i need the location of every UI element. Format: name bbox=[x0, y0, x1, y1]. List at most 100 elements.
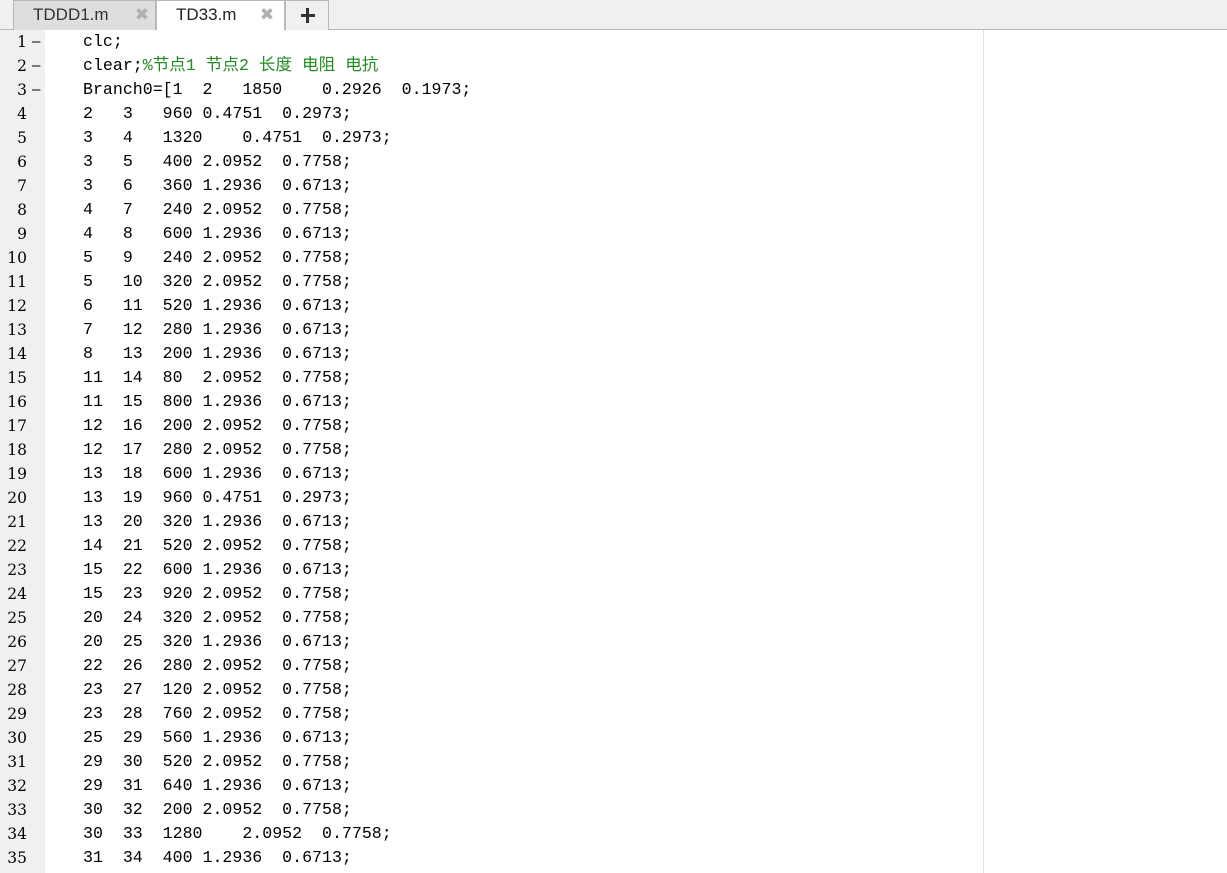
code-line[interactable]: 24 15 23 920 2.0952 0.7758; bbox=[0, 582, 980, 606]
code-statement: clear; bbox=[83, 56, 143, 75]
code-text: 31 34 400 1.2936 0.6713; bbox=[83, 848, 352, 868]
new-tab-button[interactable] bbox=[285, 0, 329, 30]
line-number: 22 bbox=[7, 537, 27, 555]
code-line[interactable]: 26 20 25 320 1.2936 0.6713; bbox=[0, 630, 980, 654]
line-number: 31 bbox=[7, 753, 27, 771]
code-line[interactable]: 19 13 18 600 1.2936 0.6713; bbox=[0, 462, 980, 486]
code-statement: 13 18 600 1.2936 0.6713; bbox=[83, 464, 352, 483]
code-line[interactable]: 25 20 24 320 2.0952 0.7758; bbox=[0, 606, 980, 630]
code-line[interactable]: 11 5 10 320 2.0952 0.7758; bbox=[0, 270, 980, 294]
code-line[interactable]: 10 5 9 240 2.0952 0.7758; bbox=[0, 246, 980, 270]
code-line[interactable]: 8 4 7 240 2.0952 0.7758; bbox=[0, 198, 980, 222]
line-number: 4 bbox=[17, 105, 27, 123]
code-line[interactable]: 5 3 4 1320 0.4751 0.2973; bbox=[0, 126, 980, 150]
code-statement: 23 27 120 2.0952 0.7758; bbox=[83, 680, 352, 699]
code-statement: Branch0=[1 2 1850 0.2926 0.1973; bbox=[83, 80, 472, 99]
code-statement: 29 31 640 1.2936 0.6713; bbox=[83, 776, 352, 795]
code-statement: 4 8 600 1.2936 0.6713; bbox=[83, 224, 352, 243]
code-line[interactable]: 2– clear;%节点1 节点2 长度 电阻 电抗 bbox=[0, 54, 980, 78]
line-number: 8 bbox=[17, 201, 27, 219]
code-line[interactable]: 17 12 16 200 2.0952 0.7758; bbox=[0, 414, 980, 438]
code-line[interactable]: 34 30 33 1280 2.0952 0.7758; bbox=[0, 822, 980, 846]
code-statement: 11 14 80 2.0952 0.7758; bbox=[83, 368, 352, 387]
code-line[interactable]: 20 13 19 960 0.4751 0.2973; bbox=[0, 486, 980, 510]
code-statement: 8 13 200 1.2936 0.6713; bbox=[83, 344, 352, 363]
code-text: 20 24 320 2.0952 0.7758; bbox=[83, 608, 352, 628]
code-line[interactable]: 33 30 32 200 2.0952 0.7758; bbox=[0, 798, 980, 822]
code-line[interactable]: 23 15 22 600 1.2936 0.6713; bbox=[0, 558, 980, 582]
code-line[interactable]: 30 25 29 560 1.2936 0.6713; bbox=[0, 726, 980, 750]
code-statement: 11 15 800 1.2936 0.6713; bbox=[83, 392, 352, 411]
code-statement: 20 25 320 1.2936 0.6713; bbox=[83, 632, 352, 651]
code-line[interactable]: 29 23 28 760 2.0952 0.7758; bbox=[0, 702, 980, 726]
code-line[interactable]: 4 2 3 960 0.4751 0.2973; bbox=[0, 102, 980, 126]
line-number: 34 bbox=[7, 825, 27, 843]
code-statement: 2 3 960 0.4751 0.2973; bbox=[83, 104, 352, 123]
close-icon[interactable]: ✖ bbox=[134, 6, 150, 23]
code-text: 4 8 600 1.2936 0.6713; bbox=[83, 224, 352, 244]
code-statement: 3 6 360 1.2936 0.6713; bbox=[83, 176, 352, 195]
code-line[interactable]: 3– Branch0=[1 2 1850 0.2926 0.1973; bbox=[0, 78, 980, 102]
code-text: 23 28 760 2.0952 0.7758; bbox=[83, 704, 352, 724]
line-number: 19 bbox=[7, 465, 27, 483]
code-editor[interactable]: 1– clc; 2– clear;%节点1 节点2 长度 电阻 电抗 3– Branch0… bbox=[0, 30, 1227, 873]
code-line[interactable]: 1– clc; bbox=[0, 30, 980, 54]
code-line[interactable]: 21 13 20 320 1.2936 0.6713; bbox=[0, 510, 980, 534]
code-line[interactable]: 35 31 34 400 1.2936 0.6713; bbox=[0, 846, 980, 870]
line-number: 29 bbox=[7, 705, 27, 723]
code-text: 5 9 240 2.0952 0.7758; bbox=[83, 248, 352, 268]
line-number: 27 bbox=[7, 657, 27, 675]
code-text: 12 17 280 2.0952 0.7758; bbox=[83, 440, 352, 460]
code-line[interactable]: 32 29 31 640 1.2936 0.6713; bbox=[0, 774, 980, 798]
line-number: 14 bbox=[7, 345, 27, 363]
code-line[interactable]: 22 14 21 520 2.0952 0.7758; bbox=[0, 534, 980, 558]
code-line[interactable]: 15 11 14 80 2.0952 0.7758; bbox=[0, 366, 980, 390]
tab-td33[interactable]: TD33.m ✖ bbox=[156, 0, 285, 31]
line-number: 17 bbox=[7, 417, 27, 435]
code-line[interactable]: 6 3 5 400 2.0952 0.7758; bbox=[0, 150, 980, 174]
breakpoint-marker[interactable]: – bbox=[32, 56, 40, 76]
code-line[interactable]: 14 8 13 200 1.2936 0.6713; bbox=[0, 342, 980, 366]
code-statement: 6 11 520 1.2936 0.6713; bbox=[83, 296, 352, 315]
code-line[interactable]: 28 23 27 120 2.0952 0.7758; bbox=[0, 678, 980, 702]
code-statement: 25 29 560 1.2936 0.6713; bbox=[83, 728, 352, 747]
breakpoint-marker[interactable]: – bbox=[32, 80, 40, 100]
code-statement: 5 9 240 2.0952 0.7758; bbox=[83, 248, 352, 267]
code-line[interactable]: 12 6 11 520 1.2936 0.6713; bbox=[0, 294, 980, 318]
code-statement: 15 22 600 1.2936 0.6713; bbox=[83, 560, 352, 579]
code-text: clc; bbox=[83, 32, 123, 52]
code-line[interactable]: 9 4 8 600 1.2936 0.6713; bbox=[0, 222, 980, 246]
code-statement: 30 32 200 2.0952 0.7758; bbox=[83, 800, 352, 819]
code-text: 13 20 320 1.2936 0.6713; bbox=[83, 512, 352, 532]
line-number: 5 bbox=[17, 129, 27, 147]
code-text: 13 18 600 1.2936 0.6713; bbox=[83, 464, 352, 484]
code-line[interactable]: 7 3 6 360 1.2936 0.6713; bbox=[0, 174, 980, 198]
line-number: 1 bbox=[17, 33, 27, 51]
code-line[interactable]: 13 7 12 280 1.2936 0.6713; bbox=[0, 318, 980, 342]
line-number: 20 bbox=[7, 489, 27, 507]
tab-tddd1[interactable]: TDDD1.m ✖ bbox=[13, 0, 156, 30]
code-text: 15 22 600 1.2936 0.6713; bbox=[83, 560, 352, 580]
code-text: 30 32 200 2.0952 0.7758; bbox=[83, 800, 352, 820]
line-number: 32 bbox=[7, 777, 27, 795]
breakpoint-marker[interactable]: – bbox=[32, 32, 40, 52]
code-line[interactable]: 31 29 30 520 2.0952 0.7758; bbox=[0, 750, 980, 774]
line-number: 10 bbox=[7, 249, 27, 267]
code-text: 23 27 120 2.0952 0.7758; bbox=[83, 680, 352, 700]
code-statement: 3 4 1320 0.4751 0.2973; bbox=[83, 128, 392, 147]
code-line[interactable]: 18 12 17 280 2.0952 0.7758; bbox=[0, 438, 980, 462]
line-number: 3 bbox=[17, 81, 27, 99]
code-statement: 13 20 320 1.2936 0.6713; bbox=[83, 512, 352, 531]
code-text: 14 21 520 2.0952 0.7758; bbox=[83, 536, 352, 556]
close-icon[interactable]: ✖ bbox=[259, 6, 275, 23]
code-line[interactable]: 27 22 26 280 2.0952 0.7758; bbox=[0, 654, 980, 678]
tab-label: TDDD1.m bbox=[33, 5, 109, 24]
line-number: 33 bbox=[7, 801, 27, 819]
line-number: 21 bbox=[7, 513, 27, 531]
code-statement: 31 34 400 1.2936 0.6713; bbox=[83, 848, 352, 867]
line-number: 24 bbox=[7, 585, 27, 603]
line-number: 15 bbox=[7, 369, 27, 387]
code-comment: %节点1 节点2 长度 电阻 电抗 bbox=[142, 56, 379, 75]
line-number: 30 bbox=[7, 729, 27, 747]
code-line[interactable]: 16 11 15 800 1.2936 0.6713; bbox=[0, 390, 980, 414]
